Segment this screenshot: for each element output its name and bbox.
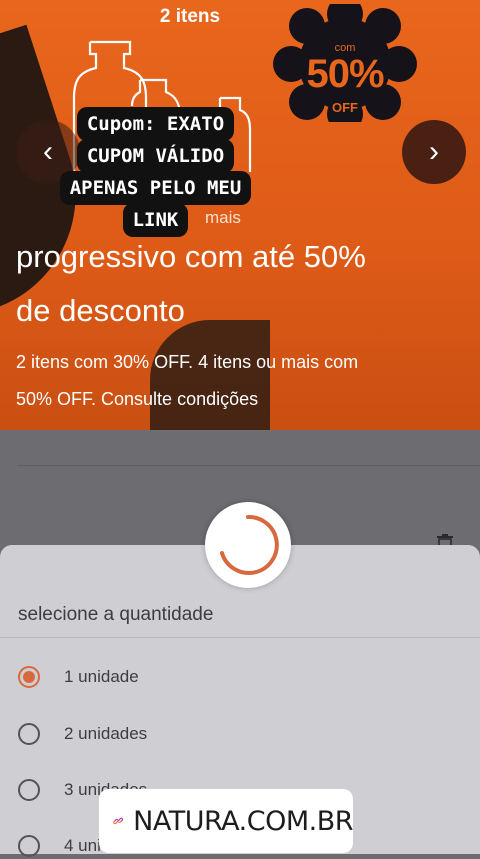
radio-selected[interactable] <box>18 666 40 688</box>
divider <box>18 465 480 466</box>
loading-spinner <box>205 502 291 588</box>
link-icon <box>113 817 123 825</box>
radio-unselected[interactable] <box>18 779 40 801</box>
sticker-line: APENAS PELO MEU <box>59 171 252 205</box>
sheet-title: selecione a quantidade <box>18 604 214 625</box>
sticker-line: CUPOM VÁLIDO <box>76 139 235 173</box>
quantity-option[interactable]: 2 unidades <box>18 721 147 747</box>
coupon-sticker: Cupom: EXATO CUPOM VÁLIDO APENAS PELO ME… <box>18 107 293 237</box>
promo-banner[interactable]: 2 itens com 50% OFF ‹ › mais progressivo… <box>0 0 480 430</box>
option-label: 2 unidades <box>64 724 148 743</box>
sticker-line: Cupom: EXATO <box>76 107 235 141</box>
spinner-icon <box>220 514 279 575</box>
chevron-right-icon: › <box>429 135 439 168</box>
radio-unselected[interactable] <box>18 723 40 745</box>
option-label: 1 unidade <box>64 667 139 686</box>
divider <box>0 637 480 638</box>
sticker-line: LINK <box>122 203 189 237</box>
headline-line: de desconto <box>16 293 185 328</box>
banner-headline: progressivo com até 50% de desconto <box>16 230 471 338</box>
quantity-option[interactable]: 1 unidade <box>18 664 139 690</box>
discount-badge: com 50% OFF <box>265 4 425 122</box>
banner-subline: 2 itens com 30% OFF. 4 itens ou mais com… <box>16 344 471 418</box>
subline-line: 50% OFF. Consulte condições <box>16 389 259 409</box>
headline-line: progressivo com até 50% <box>16 239 366 274</box>
badge-percent: 50% <box>306 52 384 96</box>
link-sticker-text: NATURA.COM.BR <box>133 805 353 837</box>
subline-line: 2 itens com 30% OFF. 4 itens ou mais com <box>16 352 359 372</box>
carousel-next-button[interactable]: › <box>402 120 466 184</box>
link-sticker[interactable]: NATURA.COM.BR <box>99 789 353 853</box>
